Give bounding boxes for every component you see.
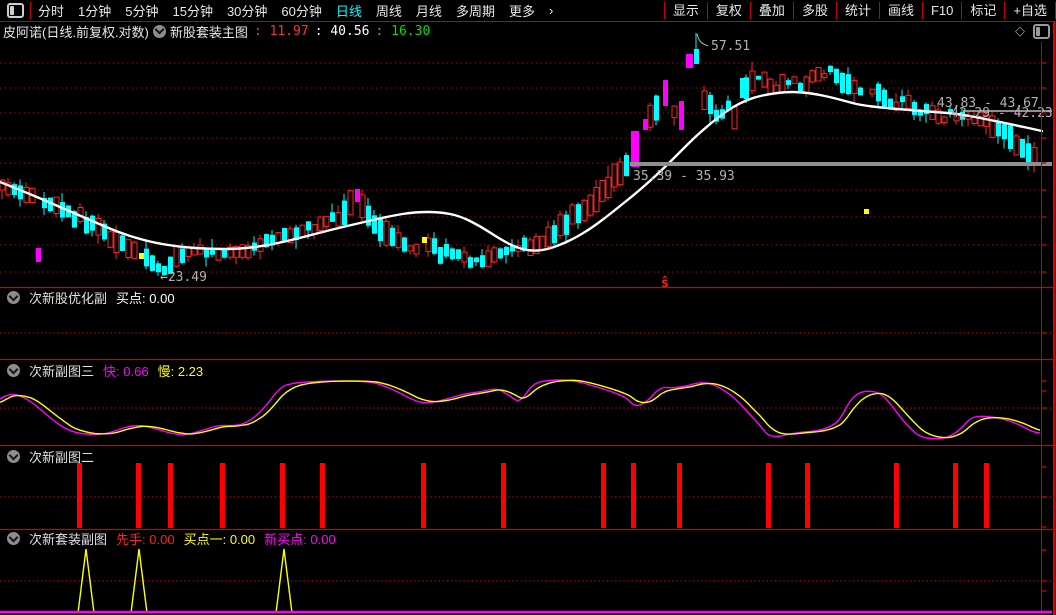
collapse-chevron-icon[interactable] [7, 450, 20, 463]
panel-field: 新买点: 0.00 [264, 532, 336, 547]
menu-item-statistics[interactable]: 统计 [835, 2, 879, 19]
menu-item-weekly[interactable]: 周线 [369, 1, 409, 20]
collapse-chevron-icon[interactable] [7, 364, 20, 377]
menu-item-draw-line[interactable]: 画线 [878, 2, 922, 19]
period-menu: 分时 1分钟 5分钟 15分钟 30分钟 60分钟 日线 周线 月线 多周期 更… [31, 1, 560, 20]
diamond-icon[interactable]: ◇ [1015, 23, 1025, 39]
menu-item-f10[interactable]: F10 [921, 2, 961, 19]
panel-name: 次新副图二 [29, 450, 95, 465]
menu-item-15min[interactable]: 15分钟 [165, 1, 219, 20]
menu-item-adjust-rights[interactable]: 复权 [706, 2, 750, 19]
panel-name: 次新副图三 [29, 364, 95, 379]
charts-canvas[interactable]: 57.5143.83 - 43.6742.29 - 42.2335.39 - 3… [0, 0, 1056, 615]
menu-item-daily[interactable]: 日线 [329, 1, 369, 20]
stock-title[interactable]: 皮阿诺(日线.前复权.对数) [3, 22, 149, 41]
collapse-chevron-icon[interactable] [7, 532, 20, 545]
panel-header-cixin-sub3: 次新副图三 快: 0.66 慢: 2.23 [3, 363, 204, 379]
svg-text:57.51: 57.51 [711, 39, 750, 54]
menu-item-add-watchlist[interactable]: +自选 [1004, 2, 1056, 19]
panel-field: 慢: 2.23 [157, 364, 204, 379]
menu-item-overlay[interactable]: 叠加 [749, 2, 793, 19]
panel-field: 买点一: 0.00 [183, 532, 256, 547]
svg-text:42.29 - 42.23: 42.29 - 42.23 [951, 106, 1053, 121]
chevron-down-icon[interactable] [152, 24, 166, 38]
menu-item-mark[interactable]: 标记 [961, 2, 1004, 19]
indicator-value-3: 16.30 [376, 24, 430, 39]
menu-item-monthly[interactable]: 月线 [409, 1, 449, 20]
indicator-value-1: 11.97 [254, 24, 309, 39]
main-indicator-name[interactable]: 新股套装主图 [170, 22, 248, 41]
menu-item-5min[interactable]: 5分钟 [118, 1, 165, 20]
more-arrow-icon[interactable]: › [542, 3, 560, 18]
panel-header-cixin-optimized: 次新股优化副 买点: 0.00 [3, 290, 175, 306]
indicator-value-2: 40.56 [315, 24, 369, 39]
panel-header-cixin-suite: 次新套装副图 先手: 0.00 买点一: 0.00 新买点: 0.00 [3, 531, 336, 547]
svg-text:ŝ: ŝ [661, 276, 669, 291]
panel-name: 次新股优化副 [29, 291, 108, 306]
layout-panes-icon[interactable] [7, 3, 24, 18]
top-menu-bar: 分时 1分钟 5分钟 15分钟 30分钟 60分钟 日线 周线 月线 多周期 更… [0, 0, 1056, 22]
panel-header-cixin-sub2: 次新副图二 [3, 449, 95, 465]
panel-field: 买点: 0.00 [116, 291, 175, 306]
trading-app-window: 分时 1分钟 5分钟 15分钟 30分钟 60分钟 日线 周线 月线 多周期 更… [0, 0, 1056, 615]
menu-item-intraday[interactable]: 分时 [31, 1, 71, 20]
title-bar: 皮阿诺(日线.前复权.对数) 新股套装主图 11.97 40.56 16.30 … [0, 22, 1056, 40]
menu-item-1min[interactable]: 1分钟 [71, 1, 118, 20]
menu-item-60min[interactable]: 60分钟 [274, 1, 328, 20]
panel-name: 次新套装副图 [29, 532, 108, 547]
split-window-icon[interactable] [1033, 23, 1050, 39]
menu-item-30min[interactable]: 30分钟 [220, 1, 274, 20]
svg-text:←23.49: ←23.49 [160, 270, 207, 285]
tool-menu: 显示 复权 叠加 多股 统计 画线 F10 标记 +自选 [663, 0, 1056, 21]
collapse-chevron-icon[interactable] [7, 291, 20, 304]
svg-text:35.39 - 35.93: 35.39 - 35.93 [633, 169, 735, 184]
menu-item-more[interactable]: 更多 [502, 1, 542, 20]
menu-item-display[interactable]: 显示 [663, 2, 707, 19]
menu-item-multi-period[interactable]: 多周期 [449, 1, 502, 20]
panel-field: 先手: 0.00 [116, 532, 175, 547]
titlebar-icons: ◇ [1015, 23, 1050, 39]
menu-item-multi-stock[interactable]: 多股 [792, 2, 836, 19]
panel-field: 快: 0.66 [103, 364, 149, 379]
